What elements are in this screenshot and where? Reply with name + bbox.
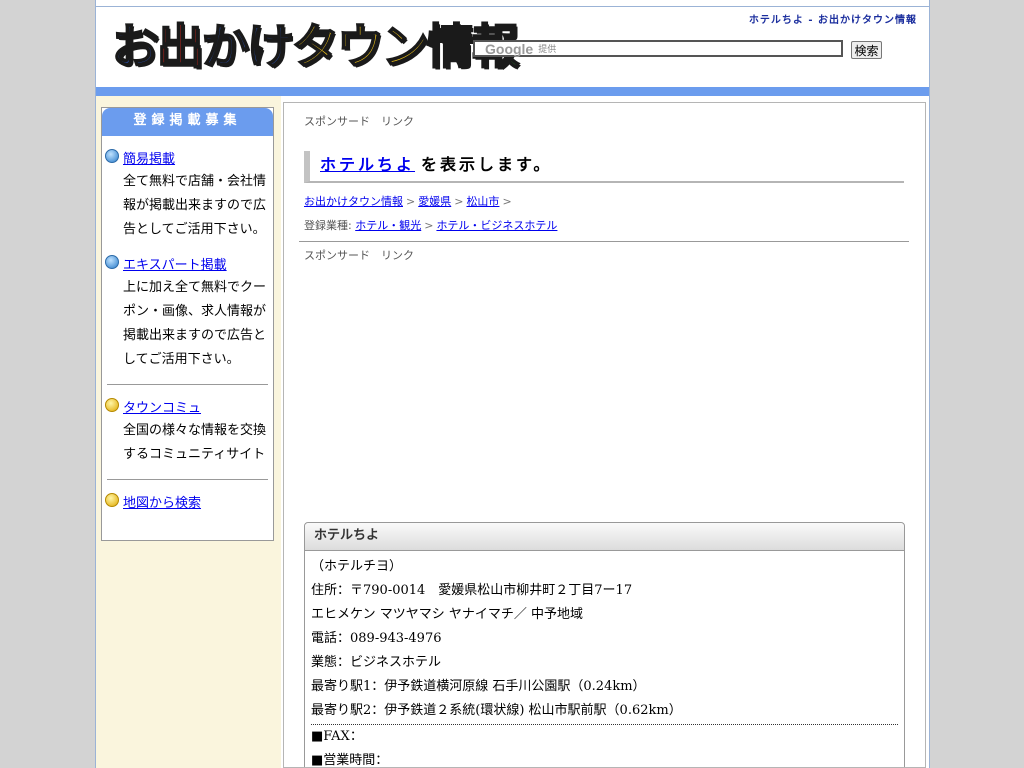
site-logo[interactable]: お出かけタウン情報	[111, 18, 520, 78]
google-provided-label: 提供	[538, 45, 557, 55]
sidebar-item-town-community: タウンコミュ 全国の様々な情報を交換するコミュニティサイト	[102, 397, 273, 467]
sidebar-divider	[107, 479, 268, 480]
breadcrumb-city[interactable]: 松山市	[466, 195, 499, 208]
shop-business-type: 業態：ビジネスホテル	[311, 655, 442, 670]
expert-listing-link[interactable]: エキスパート掲載	[123, 258, 227, 273]
google-wordmark: Google	[485, 40, 534, 57]
map-search-link[interactable]: 地図から検索	[123, 496, 201, 511]
main-content: スポンサード リンク ホテルちよ を表示します。 お出かけタウン情報 > 愛媛県 > 松山…	[283, 102, 926, 768]
sidebar-item-simple-listing: 簡易掲載 全て無料で店舗・会社情報が掲載出来ますので広告としてご活用下さい。	[102, 148, 273, 242]
logo-segment: かけ	[201, 19, 295, 76]
shop-fax: ■FAX：	[311, 729, 363, 744]
shop-phone: 電話：089-943-4976	[311, 631, 442, 646]
breadcrumb-separator: >	[406, 195, 416, 208]
sidebar-item-expert-listing: エキスパート掲載 上に加え全て無料でクーポン・画像、求人情報が掲載出来ますので広…	[102, 254, 273, 372]
yellow-circle-icon	[105, 398, 119, 412]
sidebar-item-desc: 上に加え全て無料でクーポン・画像、求人情報が掲載出来ますので広告としてご活用下さ…	[123, 280, 267, 367]
shop-kana: （ホテルチヨ）	[311, 559, 403, 574]
arrow-circle-icon	[105, 255, 119, 269]
sidebar-panel: 登録掲載募集 簡易掲載 全て無料で店舗・会社情報が掲載出来ますので広告としてご活…	[101, 107, 274, 541]
shop-info-body: （ホテルチヨ） 住所：〒790-0014 愛媛県松山市柳井町２丁目7ー17 エヒ…	[305, 551, 904, 768]
category-row: 登録業種: ホテル・観光 > ホテル・ビジネスホテル	[304, 217, 557, 233]
shop-station-2: 最寄り駅2：伊予鉄道２系統(環状線) 松山市駅前駅（0.62km）	[311, 703, 682, 718]
category-separator: >	[424, 219, 434, 232]
yellow-circle-icon	[105, 493, 119, 507]
breadcrumb: お出かけタウン情報 > 愛媛県 > 松山市 >	[304, 193, 515, 209]
header-tagline: ホテルちよ - お出かけタウン情報	[748, 15, 917, 26]
title-shop-link[interactable]: ホテルちよ	[320, 155, 415, 174]
sponsored-link-label: スポンサード リンク	[304, 115, 414, 128]
shop-address: 住所：〒790-0014 愛媛県松山市柳井町２丁目7ー17	[311, 583, 633, 598]
breadcrumb-prefecture[interactable]: 愛媛県	[418, 195, 451, 208]
logo-segment: 出	[156, 19, 205, 76]
simple-listing-link[interactable]: 簡易掲載	[123, 152, 175, 167]
logo-segment: タウン	[291, 19, 430, 76]
search-input[interactable]: Google 提供	[473, 40, 843, 57]
sidebar-divider	[107, 384, 268, 385]
sidebar-item-map-search: 地図から検索	[102, 492, 273, 511]
shop-station-1: 最寄り駅1：伊予鉄道横河原線 石手川公園駅（0.24km）	[311, 679, 646, 694]
category-label: 登録業種:	[304, 219, 352, 232]
page-container: ホテルちよ - お出かけタウン情報 お出かけタウン情報 Google 提供 検索…	[95, 0, 930, 768]
category-link-hotel-tourism[interactable]: ホテル・観光	[355, 219, 421, 232]
content-divider	[299, 241, 909, 242]
header-top-rule	[96, 6, 929, 7]
shop-address-kana: エヒメケン マツヤマシ ヤナイマチ／ 中予地域	[311, 607, 584, 622]
logo-segment: お	[111, 19, 160, 76]
sidebar-title: 登録掲載募集	[102, 108, 273, 136]
category-link-business-hotel[interactable]: ホテル・ビジネスホテル	[436, 219, 557, 232]
search-button[interactable]: 検索	[851, 41, 882, 59]
sidebar-item-desc: 全国の様々な情報を交換するコミュニティサイト	[123, 423, 267, 462]
shop-info-box: ホテルちよ （ホテルチヨ） 住所：〒790-0014 愛媛県松山市柳井町２丁目7…	[304, 522, 905, 768]
header-blue-bar	[96, 87, 929, 96]
arrow-circle-icon	[105, 149, 119, 163]
town-community-link[interactable]: タウンコミュ	[123, 401, 201, 416]
shop-info-heading: ホテルちよ	[305, 523, 904, 551]
shop-hours: ■営業時間：	[311, 753, 389, 768]
breadcrumb-separator: >	[454, 195, 464, 208]
breadcrumb-home[interactable]: お出かけタウン情報	[304, 195, 403, 208]
page-title: ホテルちよ を表示します。	[304, 151, 904, 183]
title-suffix: を表示します。	[421, 155, 553, 174]
sidebar-column: 登録掲載募集 簡易掲載 全て無料で店舗・会社情報が掲載出来ますので広告としてご活…	[96, 96, 281, 768]
sidebar-item-desc: 全て無料で店舗・会社情報が掲載出来ますので広告としてご活用下さい。	[123, 174, 267, 237]
sponsored-link-label: スポンサード リンク	[304, 249, 414, 262]
breadcrumb-separator: >	[502, 195, 512, 208]
